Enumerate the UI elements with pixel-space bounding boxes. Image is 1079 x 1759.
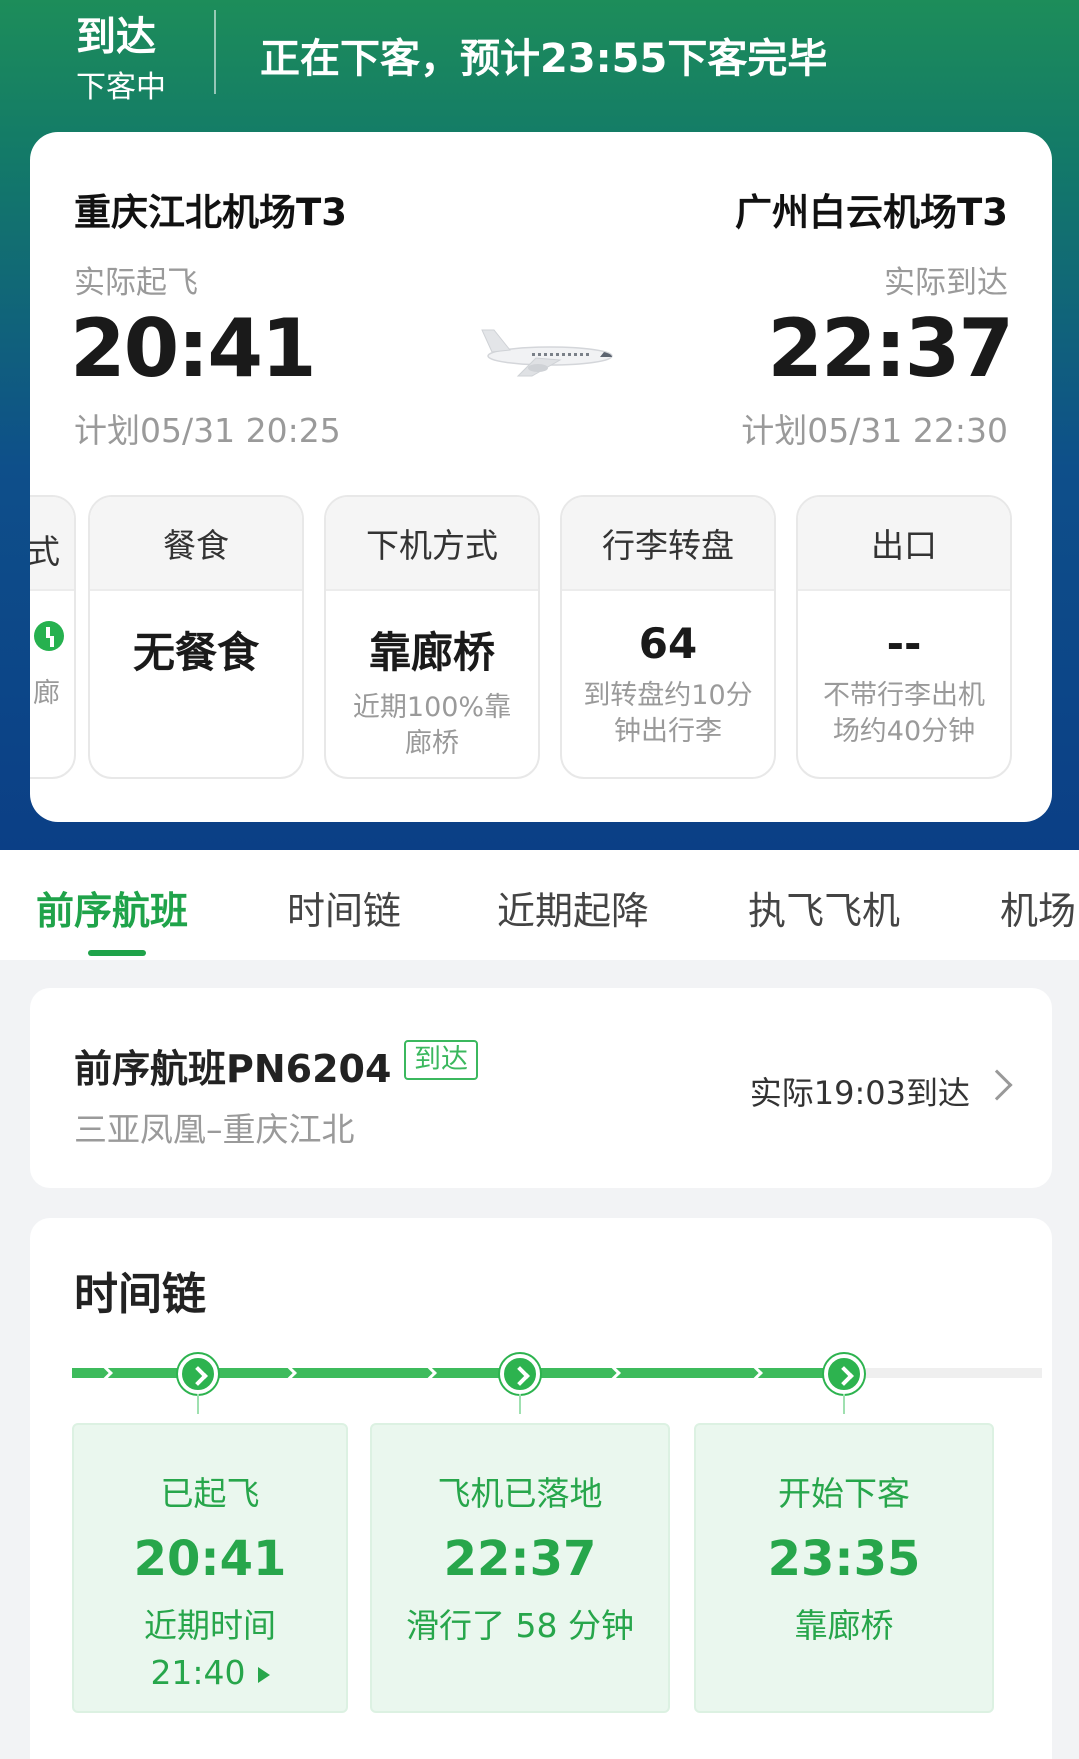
arrival-airport[interactable]: 广州白云机场T3 bbox=[735, 182, 1008, 236]
tab-recent-flights[interactable]: 近期起降 bbox=[497, 880, 649, 935]
event-note: 滑行了 58 分钟 bbox=[406, 1606, 634, 1645]
departure-planned: 计划05/31 20:25 bbox=[74, 411, 341, 450]
event-note-time: 21:40 bbox=[150, 1653, 246, 1692]
tab-airport[interactable]: 机场 bbox=[1000, 880, 1076, 935]
tile-head: 餐食 bbox=[90, 497, 302, 591]
tile-head: 下机方式 bbox=[326, 497, 538, 591]
tab-previous-flight[interactable]: 前序航班 bbox=[36, 880, 188, 935]
flight-status-bar: 到达 下客中 正在下客，预计23:55下客完毕 bbox=[0, 0, 1079, 120]
chevron-right-icon bbox=[981, 1069, 1013, 1101]
tile-note: 到转盘约10分钟出行李 bbox=[583, 680, 753, 747]
timeline-event-disembark[interactable]: 开始下客 23:35 靠廊桥 bbox=[694, 1423, 994, 1713]
departure-airport[interactable]: 重庆江北机场T3 bbox=[74, 182, 347, 236]
timeline-stem bbox=[197, 1394, 199, 1414]
section-tabs: 前序航班 时间链 近期起降 执飞飞机 机场 bbox=[0, 850, 1079, 960]
status-state: 到达 bbox=[76, 14, 156, 60]
info-tile-meal[interactable]: 餐食 无餐食 bbox=[88, 495, 304, 779]
status-substate: 下客中 bbox=[76, 70, 166, 105]
play-triangle-icon bbox=[257, 1666, 270, 1683]
active-tab-indicator bbox=[88, 950, 146, 956]
previous-flight-card[interactable]: 前序航班PN6204 到达 三亚凤凰–重庆江北 实际19:03到达 bbox=[30, 988, 1052, 1188]
tab-aircraft[interactable]: 执飞飞机 bbox=[748, 880, 900, 935]
tile-note: 近期100%靠廊桥 bbox=[352, 692, 512, 759]
status-badge: 到达 bbox=[404, 1040, 478, 1080]
previous-flight-title: 前序航班PN6204 bbox=[74, 1047, 392, 1091]
departure-time-label: 实际起飞 bbox=[74, 265, 198, 301]
time-chain-card: 时间链 已起飞 20:41 近期时间 21:40 飞机已落地 22:37 滑行了… bbox=[30, 1218, 1052, 1759]
event-note: 靠廊桥 bbox=[794, 1606, 894, 1645]
event-label: 开始下客 bbox=[778, 1474, 910, 1513]
timeline-track-pending bbox=[838, 1368, 1042, 1378]
track-arrow-icon bbox=[93, 1363, 113, 1383]
tile-note: 不带行李出机场约40分钟 bbox=[823, 680, 985, 747]
timeline-stem bbox=[519, 1394, 521, 1414]
tile-value: 无餐食 bbox=[132, 628, 259, 677]
track-arrow-icon bbox=[743, 1363, 763, 1383]
track-arrow-icon bbox=[277, 1363, 297, 1383]
tile-value: 64 bbox=[638, 619, 698, 668]
status-divider bbox=[214, 10, 216, 94]
tile-value: -- bbox=[886, 619, 922, 668]
tab-time-chain[interactable]: 时间链 bbox=[287, 880, 401, 935]
info-tile-disembark[interactable]: 下机方式 靠廊桥 近期100%靠廊桥 bbox=[324, 495, 540, 779]
timeline-node-icon bbox=[178, 1354, 218, 1394]
airplane-icon bbox=[481, 329, 613, 377]
arrival-time-label: 实际到达 bbox=[884, 265, 1008, 301]
event-time: 23:35 bbox=[767, 1531, 921, 1587]
event-label: 飞机已落地 bbox=[437, 1474, 603, 1513]
departure-time: 20:41 bbox=[70, 302, 317, 395]
time-chain-title: 时间链 bbox=[74, 1269, 206, 1320]
timeline-node-icon bbox=[824, 1354, 864, 1394]
track-arrow-icon bbox=[601, 1363, 621, 1383]
info-tile-baggage[interactable]: 行李转盘 64 到转盘约10分钟出行李 bbox=[560, 495, 776, 779]
timeline-node-icon bbox=[500, 1354, 540, 1394]
event-time: 22:37 bbox=[443, 1531, 597, 1587]
previous-flight-route: 三亚凤凰–重庆江北 bbox=[74, 1110, 355, 1149]
partial-tile-head: 式 bbox=[30, 532, 60, 571]
arrival-time: 22:37 bbox=[767, 302, 1014, 395]
track-arrow-icon bbox=[417, 1363, 437, 1383]
clock-icon bbox=[34, 621, 64, 651]
partial-tile-sub: 廊 bbox=[33, 678, 60, 709]
tile-value: 靠廊桥 bbox=[368, 628, 495, 677]
timeline-stem bbox=[843, 1394, 845, 1414]
previous-flight-time: 实际19:03到达 bbox=[749, 1074, 970, 1112]
status-message: 正在下客，预计23:55下客完毕 bbox=[260, 36, 828, 82]
event-note: 近期时间 bbox=[144, 1606, 276, 1645]
info-tile-partial[interactable]: 式 廊 bbox=[30, 495, 76, 779]
tile-head: 出口 bbox=[798, 497, 1010, 591]
tile-head: 行李转盘 bbox=[562, 497, 774, 591]
flight-card: 重庆江北机场T3 广州白云机场T3 实际起飞 实际到达 20:41 22:37 … bbox=[30, 132, 1052, 822]
event-label: 已起飞 bbox=[160, 1474, 260, 1513]
timeline-event-landed[interactable]: 飞机已落地 22:37 滑行了 58 分钟 bbox=[370, 1423, 670, 1713]
event-time: 20:41 bbox=[133, 1531, 287, 1587]
arrival-planned: 计划05/31 22:30 bbox=[741, 411, 1008, 450]
info-tile-exit[interactable]: 出口 -- 不带行李出机场约40分钟 bbox=[796, 495, 1012, 779]
timeline-event-departed[interactable]: 已起飞 20:41 近期时间 21:40 bbox=[72, 1423, 348, 1713]
